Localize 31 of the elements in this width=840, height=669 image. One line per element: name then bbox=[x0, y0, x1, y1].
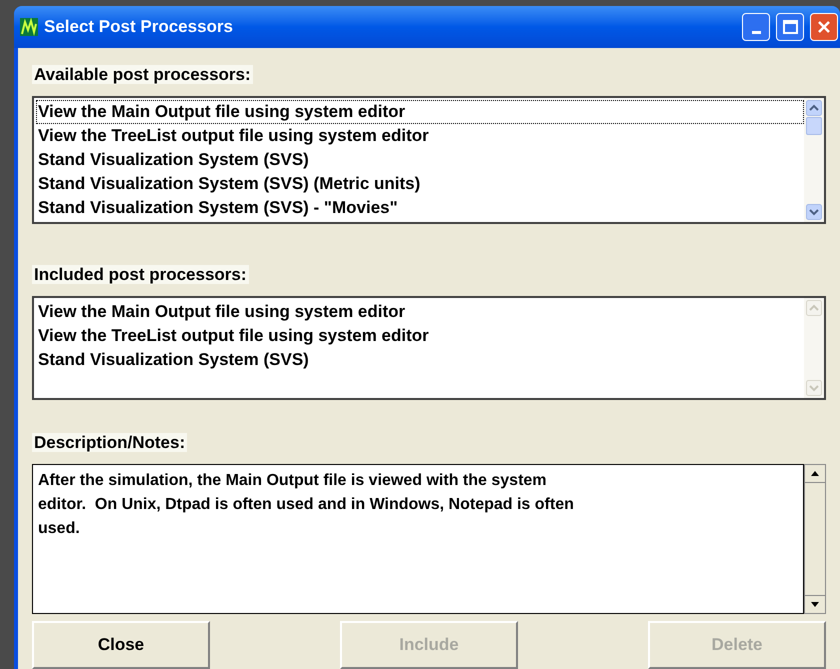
scroll-down-icon[interactable] bbox=[806, 204, 822, 220]
list-item[interactable]: Stand Visualization System (SVS) bbox=[36, 348, 804, 372]
section-label: Available post processors: bbox=[32, 65, 253, 84]
scroll-up-icon[interactable] bbox=[806, 100, 822, 116]
list-item[interactable]: View the TreeList output file using system editor bbox=[36, 324, 804, 348]
down-arrow-icon bbox=[811, 602, 819, 607]
app-icon bbox=[20, 18, 38, 36]
maximize-button[interactable] bbox=[776, 13, 804, 41]
section-label: Description/Notes: bbox=[32, 433, 188, 452]
maximize-icon bbox=[782, 20, 798, 34]
notes-line: After the simulation, the Main Output file is viewed with the system bbox=[38, 471, 548, 491]
section-label: Included post processors: bbox=[32, 265, 249, 284]
scroll-thumb[interactable] bbox=[806, 117, 822, 135]
list-item[interactable]: Stand Visualization System (SVS) bbox=[36, 148, 804, 172]
list-item[interactable]: View the Main Output file using system editor bbox=[36, 300, 804, 324]
minimize-icon bbox=[752, 31, 760, 34]
scrollbar[interactable] bbox=[804, 98, 824, 222]
dialog-button[interactable]: Close bbox=[32, 621, 210, 669]
window-title: Select Post Processors bbox=[44, 16, 234, 38]
list-item[interactable]: Stand Visualization System (SVS) (Metric units) bbox=[36, 172, 804, 196]
list-item[interactable]: View the TreeList output file using system editor bbox=[36, 124, 804, 148]
list-item[interactable]: View the Main Output file using system editor bbox=[36, 100, 804, 124]
notes-text-area[interactable]: After the simulation, the Main Output file is viewed with the system editor. On Unix, Dtpad is often used and in Windows, Notepad is often used. bbox=[32, 464, 804, 614]
close-window-button[interactable] bbox=[810, 13, 838, 41]
notes-line: editor. On Unix, Dtpad is often used and in Windows, Notepad is often bbox=[38, 495, 575, 515]
list-item[interactable]: Stand Visualization System (SVS) - "Movies" bbox=[36, 196, 804, 220]
up-arrow-icon bbox=[811, 471, 819, 476]
notes-line: used. bbox=[38, 519, 81, 539]
close-icon bbox=[816, 19, 832, 35]
minimize-button[interactable] bbox=[742, 13, 770, 41]
scrollbar[interactable] bbox=[804, 464, 826, 614]
